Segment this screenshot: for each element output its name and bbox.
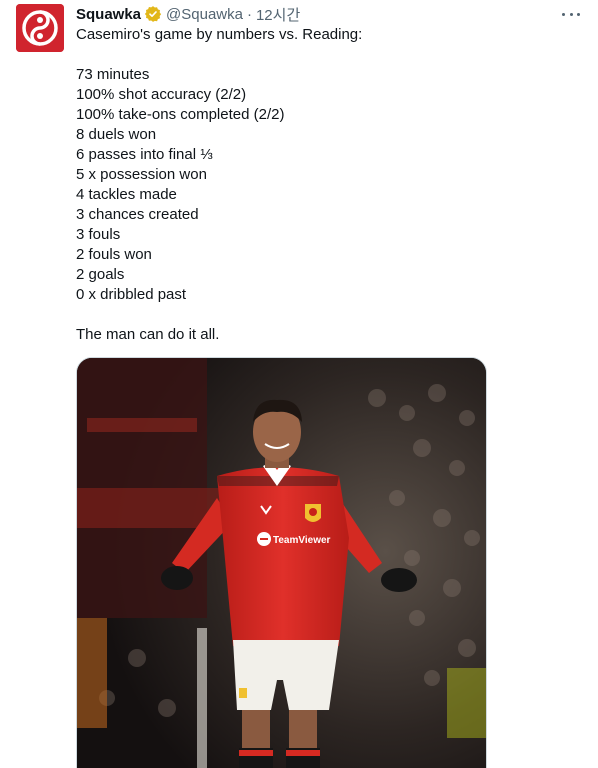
sponsor-text: TeamViewer xyxy=(273,535,331,546)
tweet-line: 2 goals xyxy=(76,266,125,283)
tweet-line: 6 passes into final ⅓ xyxy=(76,146,213,163)
tweet-line: 3 fouls xyxy=(76,226,121,243)
tweet-line: 100% shot accuracy (2/2) xyxy=(76,86,247,103)
avatar[interactable] xyxy=(16,4,64,52)
tweet-header: Squawka @Squawka · 12시간 xyxy=(76,4,300,24)
tweet-line: 4 tackles made xyxy=(76,186,177,203)
tweet: Squawka @Squawka · 12시간 Casemiro's game … xyxy=(0,0,598,768)
timestamp[interactable]: 12시간 xyxy=(256,4,300,25)
tweet-line: The man can do it all. xyxy=(76,326,220,343)
tweet-line: 5 x possession won xyxy=(76,166,207,183)
tweet-line: Casemiro's game by numbers vs. Reading: xyxy=(76,26,363,43)
tweet-line: 0 x dribbled past xyxy=(76,286,187,303)
tweet-line: 3 chances created xyxy=(76,206,199,223)
handle[interactable]: @Squawka xyxy=(166,6,243,23)
verified-badge-icon xyxy=(144,5,162,23)
tweet-line: 8 duels won xyxy=(76,126,157,143)
separator-dot: · xyxy=(246,5,252,23)
squawka-logo-icon xyxy=(16,4,64,52)
tweet-line xyxy=(76,305,576,325)
player-photo: TeamViewer xyxy=(77,358,486,768)
tweet-line: 73 minutes xyxy=(76,66,150,83)
tweet-line: 2 fouls won xyxy=(76,246,152,263)
tweet-text: Casemiro's game by numbers vs. Reading: … xyxy=(76,25,576,345)
tweet-line: 100% take-ons completed (2/2) xyxy=(76,106,285,123)
more-options-icon[interactable] xyxy=(562,6,580,22)
tweet-photo[interactable]: TeamViewer xyxy=(76,357,487,768)
display-name[interactable]: Squawka xyxy=(76,6,141,23)
tweet-line xyxy=(76,45,576,65)
